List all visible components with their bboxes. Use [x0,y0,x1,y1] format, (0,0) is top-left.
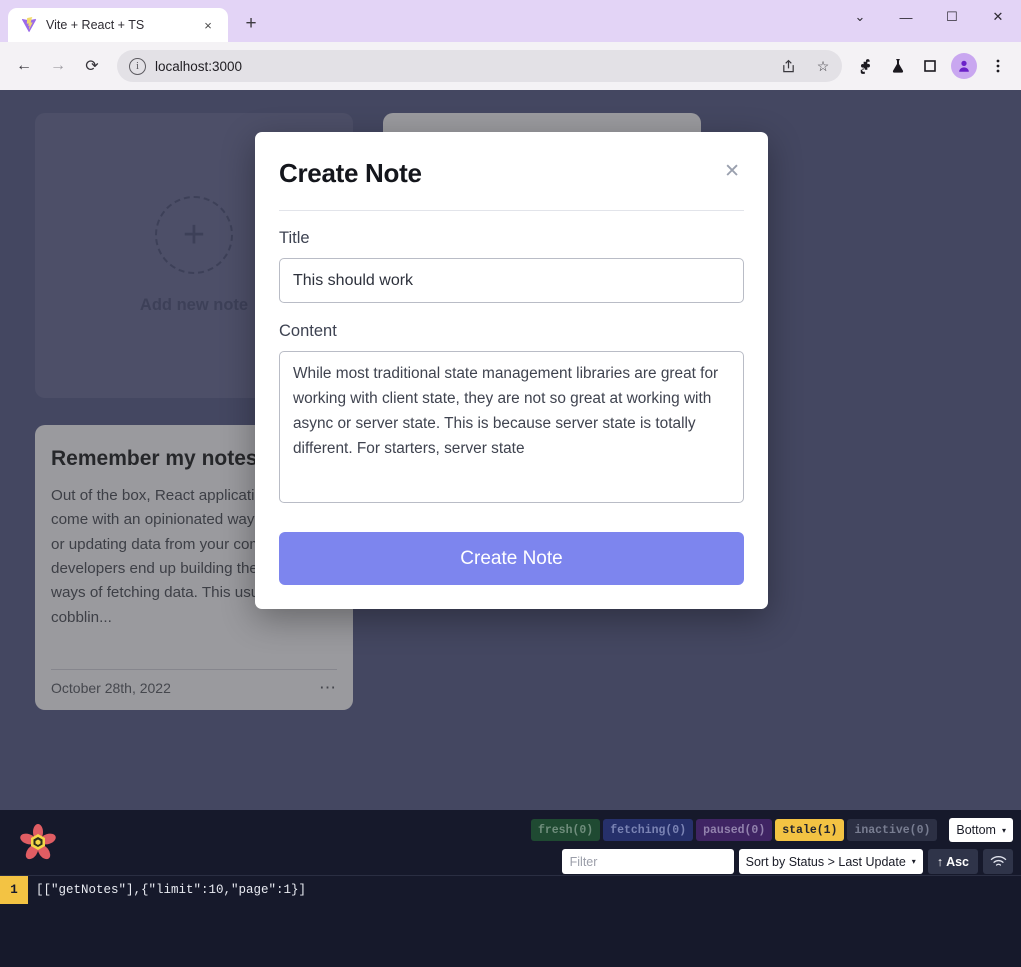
tab-strip: Vite + React + TS × + [0,0,266,42]
browser-titlebar: Vite + React + TS × + ⌄ — ☐ ✕ [0,0,1021,42]
close-window-button[interactable]: ✕ [975,0,1021,34]
status-badge-fetching[interactable]: fetching(0) [603,819,694,841]
sort-direction-button[interactable]: ↑ Asc [927,849,978,874]
status-badge-fresh[interactable]: fresh(0) [530,819,601,841]
sort-direction-label: Asc [946,854,969,869]
devtools-body [0,904,1021,966]
status-badge-inactive[interactable]: inactive(0) [847,819,938,841]
modal-divider [279,210,744,211]
browser-menu-icon[interactable] [983,51,1013,81]
tab-search-button[interactable]: ⌄ [837,0,883,34]
devtools-header: fresh(0) fetching(0) paused(0) stale(1) … [0,810,1021,875]
query-row[interactable]: 1 [["getNotes"],{"limit":10,"page":1}] [0,876,1021,904]
position-select[interactable]: Bottom ▾ [949,818,1013,842]
lab-flask-icon[interactable] [883,51,913,81]
filter-input[interactable] [561,849,734,874]
back-button[interactable]: ← [8,50,40,82]
url-text: localhost:3000 [155,58,243,74]
split-screen-icon[interactable] [915,51,945,81]
query-key: [["getNotes"],{"limit":10,"page":1}] [36,883,307,897]
window-controls: ⌄ — ☐ ✕ [837,0,1021,34]
page-viewport: + Add new note Remember my notes Out of … [0,90,1021,967]
address-bar[interactable]: i localhost:3000 ☆ [117,50,842,82]
close-icon[interactable]: ✕ [720,158,744,181]
devtools-filter-row: Sort by Status > Last Update ▾ ↑ Asc [561,849,1013,874]
browser-tab[interactable]: Vite + React + TS × [8,8,228,42]
content-textarea[interactable] [279,351,744,503]
offline-mode-icon[interactable] [983,849,1013,874]
content-field-label: Content [279,322,337,340]
reload-button[interactable]: ⟳ [76,50,108,82]
profile-avatar-icon[interactable] [951,53,977,79]
create-note-button[interactable]: Create Note [279,532,744,585]
chevron-down-icon: ▾ [1001,825,1006,835]
bookmark-star-icon[interactable]: ☆ [810,53,836,79]
status-badge-row: fresh(0) fetching(0) paused(0) stale(1) … [530,818,1013,842]
position-select-value: Bottom [956,823,996,837]
title-input[interactable] [279,258,744,303]
browser-toolbar: ← → ⟳ i localhost:3000 ☆ [0,42,1021,90]
tab-title: Vite + React + TS [46,18,145,32]
new-tab-button[interactable]: + [236,9,266,39]
status-badge-stale[interactable]: stale(1) [775,819,845,841]
extensions-puzzle-icon[interactable] [851,51,881,81]
modal-header: Create Note ✕ [279,158,744,189]
minimize-button[interactable]: — [883,0,929,34]
maximize-button[interactable]: ☐ [929,0,975,34]
forward-button[interactable]: → [42,50,74,82]
sort-select[interactable]: Sort by Status > Last Update ▾ [738,849,923,874]
status-badge-paused[interactable]: paused(0) [696,819,773,841]
devtools-controls: fresh(0) fetching(0) paused(0) stale(1) … [530,818,1013,874]
react-query-logo[interactable] [16,821,60,865]
query-observer-count: 1 [0,876,28,904]
browser-window: Vite + React + TS × + ⌄ — ☐ ✕ ← → ⟳ i lo… [0,0,1021,967]
title-field-label: Title [279,229,310,247]
sort-select-value: Sort by Status > Last Update [745,854,906,869]
modal-title: Create Note [279,158,422,188]
chevron-down-icon: ▾ [911,857,916,866]
share-icon[interactable] [775,53,801,79]
arrow-up-icon: ↑ [936,854,944,869]
site-info-icon[interactable]: i [129,57,146,75]
react-query-devtools: fresh(0) fetching(0) paused(0) stale(1) … [0,810,1021,967]
vite-logo-icon [21,17,37,33]
create-note-modal: Create Note ✕ Title Content Create Note [255,132,768,609]
tab-close-icon[interactable]: × [198,15,218,35]
